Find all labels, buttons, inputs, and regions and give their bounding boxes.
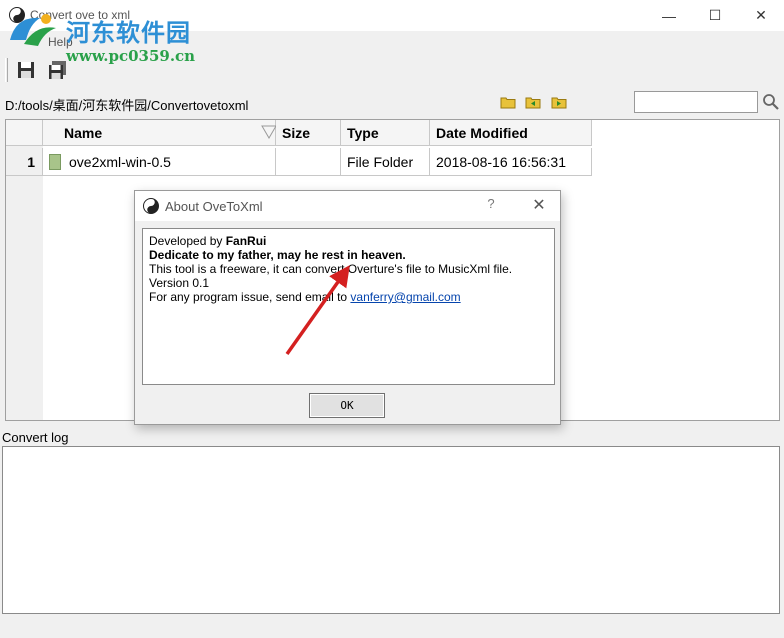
table-row-type-cell[interactable]: File Folder	[341, 148, 430, 176]
description-line: This tool is a freeware, it can convert …	[149, 262, 513, 276]
header-corner	[6, 120, 43, 146]
current-path: D:/tools/桌面/河东软件园/Convertovetoxml	[5, 98, 249, 113]
dialog-close-button[interactable]: ✕	[525, 195, 553, 217]
watermark-logo-icon	[10, 14, 56, 46]
column-header-type[interactable]: Type	[341, 120, 430, 146]
open-folder-icon[interactable]	[500, 94, 516, 110]
yin-yang-icon	[143, 198, 159, 214]
save-icon[interactable]	[16, 60, 36, 80]
file-name: ove2xml-win-0.5	[69, 154, 171, 170]
table-row-date-cell[interactable]: 2018-08-16 16:56:31	[430, 148, 592, 176]
row-number: 1	[6, 148, 43, 176]
dialog-title-bar: About OveToXml ? ✕	[135, 191, 560, 221]
about-text-box: Developed by FanRui Dedicate to my fathe…	[142, 228, 555, 385]
table-row-size-cell[interactable]	[276, 148, 341, 176]
watermark-site-name: 河东软件园	[66, 18, 191, 47]
developer-name: FanRui	[225, 234, 267, 248]
minimize-button[interactable]: —	[646, 0, 692, 31]
version-line: Version 0.1	[149, 276, 210, 290]
developer-prefix: Developed by	[149, 234, 226, 248]
magnifier-icon[interactable]	[762, 93, 780, 111]
issue-line: For any program issue, send email to van…	[149, 290, 548, 304]
convert-log-label: Convert log	[2, 430, 69, 445]
status-bar	[0, 616, 784, 638]
convert-log-textarea[interactable]	[2, 446, 780, 614]
maximize-button[interactable]: ☐	[692, 0, 738, 31]
toolbar-grip[interactable]	[5, 58, 8, 82]
column-header-date[interactable]: Date Modified	[430, 120, 592, 146]
search-input[interactable]	[634, 91, 758, 113]
dialog-title: About OveToXml	[165, 199, 263, 214]
folder-back-icon[interactable]	[525, 94, 541, 110]
issue-prefix: For any program issue, send email to	[149, 290, 351, 304]
email-link[interactable]: vanferry@gmail.com	[350, 290, 460, 304]
folder-forward-icon[interactable]	[551, 94, 567, 110]
column-header-name[interactable]: Name	[43, 120, 277, 146]
close-button[interactable]: ✕	[738, 0, 784, 31]
path-bar: D:/tools/桌面/河东软件园/Convertovetoxml	[0, 90, 784, 116]
column-header-size[interactable]: Size	[276, 120, 341, 146]
about-dialog: About OveToXml ? ✕ Developed by FanRui D…	[134, 190, 561, 425]
ok-button[interactable]: OK	[309, 393, 385, 418]
sort-indicator-icon	[261, 125, 277, 139]
toolbar	[0, 54, 784, 86]
dialog-help-button[interactable]: ?	[477, 196, 505, 216]
column-header-name-label: Name	[64, 125, 103, 141]
dedication-line: Dedicate to my father, may he rest in he…	[149, 248, 406, 262]
folder-icon	[49, 154, 61, 170]
save-all-icon[interactable]	[48, 60, 68, 80]
table-row-name-cell[interactable]: ove2xml-win-0.5	[43, 148, 276, 176]
developer-line: Developed by FanRui	[149, 234, 548, 248]
